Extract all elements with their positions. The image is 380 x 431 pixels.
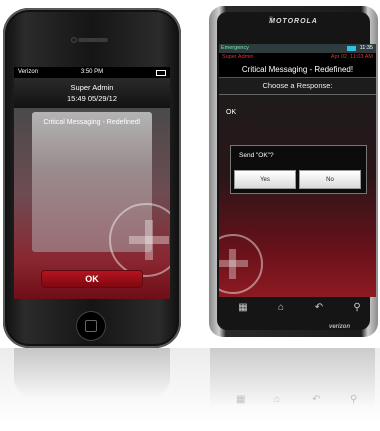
message-date: Apr 02, 11:03 AM (330, 54, 373, 60)
iphone-device: Verizon 3:50 PM Super Admin 15:49 05/29/… (3, 8, 181, 348)
status-time: 11:35 (359, 45, 373, 51)
message-title: Critical Messaging - Redefined! (219, 63, 376, 78)
floor-reflection: ▦ ⌂ ↶ ⚲ (0, 348, 380, 431)
home-icon[interactable]: ⌂ (273, 302, 289, 313)
iphone-screen: Verizon 3:50 PM Super Admin 15:49 05/29/… (14, 67, 170, 299)
response-panel: Choose a Response: OK Send "OK"? Yes No (219, 78, 376, 297)
signal-icon (347, 46, 356, 51)
red-cross-watermark-icon (219, 234, 263, 294)
back-icon: ↶ (312, 394, 321, 405)
response-option-ok[interactable]: OK (226, 109, 236, 116)
status-bar: Verizon 3:50 PM (14, 67, 170, 78)
status-bar: Emergency 11:35 (219, 44, 376, 53)
softkey-bar: ▦ ⌂ ↶ ⚲ (221, 298, 374, 322)
front-camera-icon (72, 38, 76, 42)
message-title: Critical Messaging - Redefined! (43, 119, 141, 126)
search-icon: ⚲ (350, 394, 358, 405)
search-icon[interactable]: ⚲ (349, 302, 365, 313)
menu-icon[interactable]: ▦ (235, 302, 251, 313)
ok-button[interactable]: OK (42, 271, 142, 287)
home-button[interactable] (76, 311, 106, 341)
yes-button[interactable]: Yes (234, 170, 296, 189)
message-body: Critical Messaging - Redefined! OK (14, 108, 170, 299)
android-device: MOTOROLA Emergency 11:35 Super Admin Apr… (209, 6, 378, 337)
iphone-reflection (14, 348, 170, 398)
status-time: 3:50 PM (80, 69, 104, 75)
sender-name: Super Admin (222, 54, 254, 60)
no-button[interactable]: No (299, 170, 361, 189)
response-prompt: Choose a Response: (262, 81, 333, 90)
sender-name: Super Admin (70, 83, 114, 92)
home-square-icon (85, 320, 97, 332)
message-timestamp: 15:49 05/29/12 (66, 94, 118, 103)
menu-icon: ▦ (236, 394, 246, 405)
back-icon[interactable]: ↶ (311, 302, 327, 313)
battery-icon (156, 70, 166, 76)
brand-logo: MOTOROLA (269, 18, 318, 25)
home-icon: ⌂ (274, 394, 281, 405)
red-cross-watermark-icon (109, 203, 170, 277)
message-meta: Super Admin Apr 02, 11:03 AM (219, 54, 376, 62)
dialog-question: Send "OK"? (239, 152, 274, 159)
carrier-logo: verizon (329, 324, 351, 330)
divider (219, 94, 376, 95)
android-screen: Emergency 11:35 Super Admin Apr 02, 11:0… (219, 44, 376, 297)
earpiece (78, 38, 108, 42)
message-header: Super Admin 15:49 05/29/12 (14, 78, 170, 108)
notification-label: Emergency (221, 45, 249, 51)
confirm-dialog: Send "OK"? Yes No (230, 145, 367, 194)
